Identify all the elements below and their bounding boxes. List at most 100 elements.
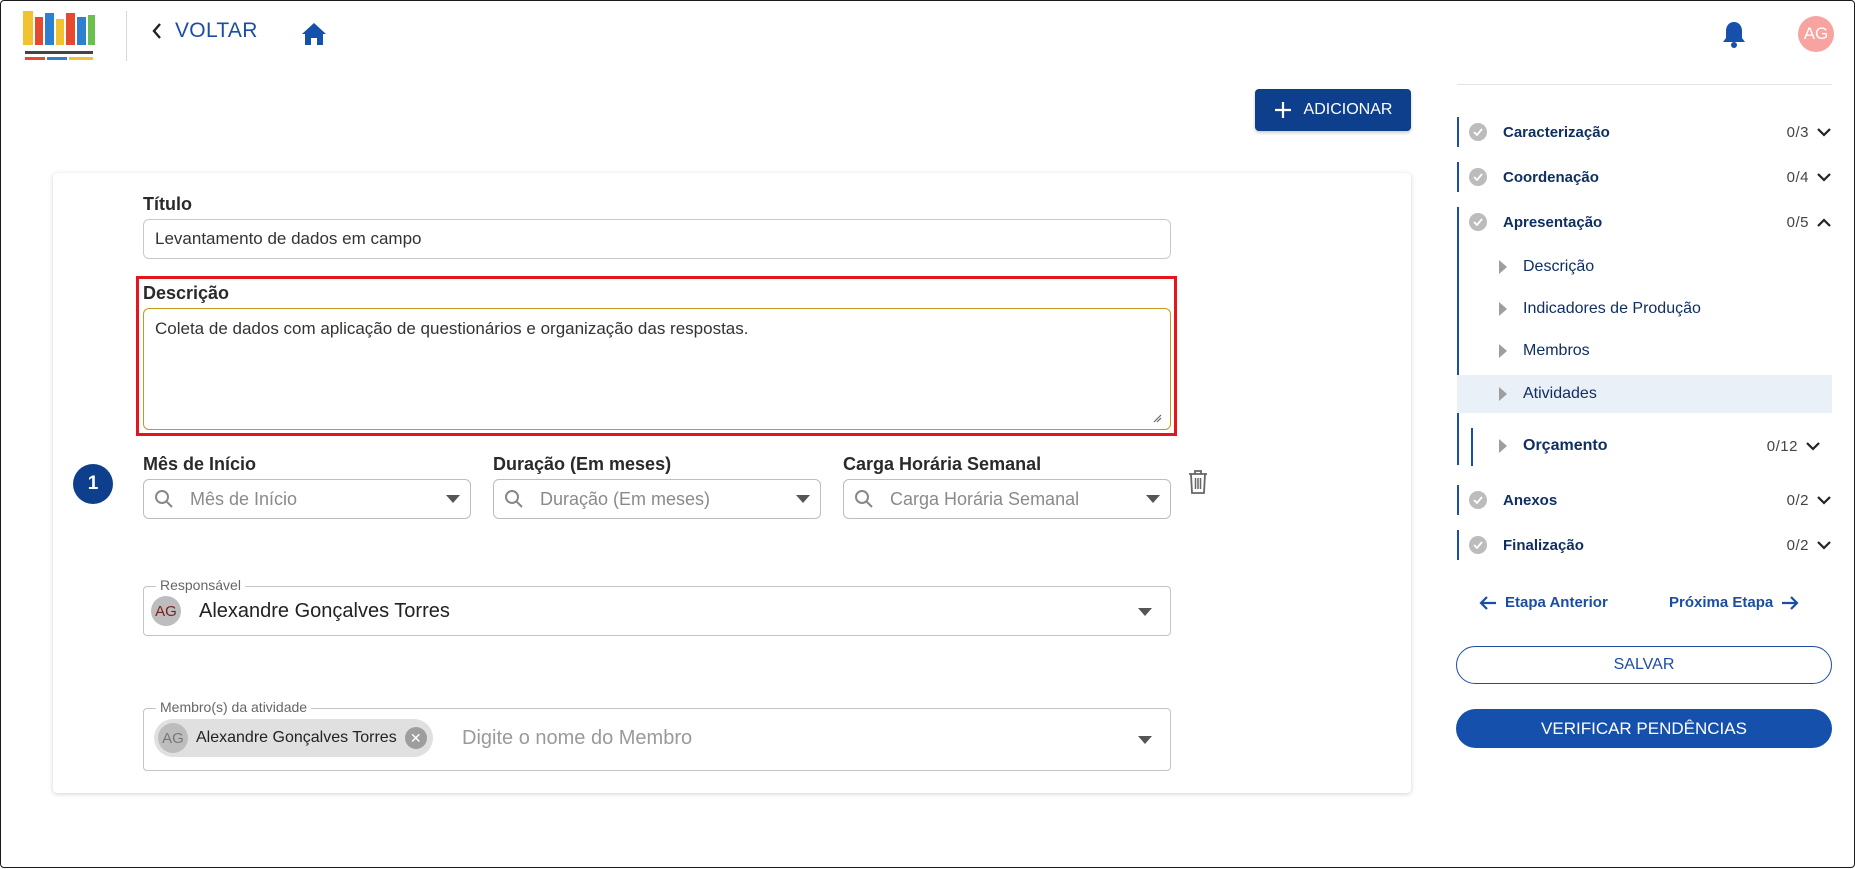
trash-icon[interactable] <box>1187 469 1209 500</box>
start-month-label: Mês de Início <box>143 454 257 474</box>
scrollbar[interactable] <box>1848 1 1855 869</box>
step-indicator <box>1457 530 1459 560</box>
check-circle-icon <box>1469 168 1487 186</box>
step-label: Anexos <box>1503 491 1558 509</box>
previous-step-label: Etapa Anterior <box>1505 594 1608 611</box>
search-icon <box>855 490 873 508</box>
members-placeholder[interactable]: Digite o nome do Membro <box>462 727 692 750</box>
step-anexos[interactable]: Anexos 0/2 <box>1469 485 1831 515</box>
step-label: Apresentação <box>1503 213 1603 231</box>
save-button-label: SALVAR <box>1613 656 1675 673</box>
substep-label: Atividades <box>1523 385 1597 402</box>
chevron-down-icon <box>1817 127 1831 137</box>
member-chip: AG Alexandre Gonçalves Torres ✕ <box>154 719 433 757</box>
step-caracterizacao[interactable]: Caracterização 0/3 <box>1469 117 1831 147</box>
step-label: Finalização <box>1503 536 1584 554</box>
verify-button-label: VERIFICAR PENDÊNCIAS <box>1541 718 1747 738</box>
step-count: 0/5 <box>1786 213 1809 231</box>
title-value: Levantamento de dados em campo <box>155 229 422 248</box>
step-count: 0/3 <box>1786 123 1809 141</box>
substep-atividades[interactable]: Atividades <box>1457 375 1832 413</box>
caret-right-icon <box>1499 439 1507 453</box>
previous-step-link[interactable]: Etapa Anterior <box>1479 594 1608 611</box>
caret-down-icon <box>1138 736 1152 744</box>
search-icon <box>505 490 523 508</box>
search-icon <box>155 490 173 508</box>
verify-pending-button[interactable]: VERIFICAR PENDÊNCIAS <box>1456 709 1832 748</box>
caret-right-icon <box>1499 302 1507 316</box>
caret-right-icon <box>1499 260 1507 274</box>
responsible-legend: Responsável <box>156 577 245 593</box>
step-count: 0/2 <box>1786 536 1809 554</box>
caret-down-icon <box>446 495 460 503</box>
check-circle-icon <box>1469 491 1487 509</box>
chevron-down-icon <box>1817 540 1831 550</box>
arrow-left-icon <box>1479 595 1496 610</box>
next-step-link[interactable]: Próxima Etapa <box>1669 594 1799 611</box>
description-label: Descrição <box>143 283 230 303</box>
substep-label: Membros <box>1523 342 1590 359</box>
caret-down-icon <box>1138 608 1152 616</box>
substep-orcamento[interactable]: Orçamento 0/12 <box>1457 427 1832 465</box>
plus-icon <box>1274 102 1291 118</box>
responsible-value: Alexandre Gonçalves Torres <box>199 599 450 622</box>
weekly-hours-select[interactable]: Carga Horária Semanal <box>843 479 1171 519</box>
user-avatar[interactable]: AG <box>1798 16 1834 52</box>
substep-label: Orçamento <box>1523 437 1608 454</box>
step-apresentacao[interactable]: Apresentação 0/5 <box>1469 207 1831 237</box>
weekly-hours-label: Carga Horária Semanal <box>843 454 1042 474</box>
step-count: 0/4 <box>1786 168 1809 186</box>
caret-down-icon <box>796 495 810 503</box>
check-circle-icon <box>1469 536 1487 554</box>
header-divider <box>126 11 127 61</box>
member-chip-avatar: AG <box>158 723 188 753</box>
remove-member-icon[interactable]: ✕ <box>404 727 427 749</box>
responsible-select[interactable]: Responsável AG Alexandre Gonçalves Torre… <box>143 577 1171 636</box>
members-legend: Membro(s) da atividade <box>156 699 312 715</box>
step-coordenacao[interactable]: Coordenação 0/4 <box>1469 162 1831 192</box>
step-indicator <box>1457 485 1459 515</box>
substep-membros[interactable]: Membros <box>1457 332 1832 370</box>
notification-bell-icon[interactable] <box>1720 19 1748 54</box>
caret-right-icon <box>1499 344 1507 358</box>
substep-descricao[interactable]: Descrição <box>1457 248 1832 286</box>
app-window: VOLTAR AG ADICIONAR Título Levantamento … <box>0 0 1855 868</box>
step-finalizacao[interactable]: Finalização 0/2 <box>1469 530 1831 560</box>
save-button[interactable]: SALVAR <box>1456 646 1832 684</box>
step-indicator <box>1457 117 1459 147</box>
home-icon[interactable] <box>300 21 328 52</box>
member-chip-label: Alexandre Gonçalves Torres <box>196 729 397 746</box>
responsible-avatar: AG <box>151 596 181 626</box>
substep-label: Indicadores de Produção <box>1523 300 1701 317</box>
check-circle-icon <box>1469 213 1487 231</box>
caret-right-icon <box>1499 387 1507 401</box>
chevron-down-icon <box>1817 495 1831 505</box>
step-count: 0/2 <box>1786 491 1809 509</box>
step-count: 0/12 <box>1766 437 1798 455</box>
chevron-down-icon <box>1817 172 1831 182</box>
description-textarea[interactable]: Coleta de dados com aplicação de questio… <box>143 308 1171 430</box>
resize-grip-icon[interactable] <box>1152 413 1162 423</box>
start-month-select[interactable]: Mês de Início <box>143 479 471 519</box>
members-autocomplete[interactable]: Membro(s) da atividade AG Alexandre Gonç… <box>143 699 1171 771</box>
add-button[interactable]: ADICIONAR <box>1255 89 1411 131</box>
chevron-down-icon <box>1806 441 1820 451</box>
start-month-placeholder: Mês de Início <box>190 488 298 509</box>
title-input[interactable]: Levantamento de dados em campo <box>143 219 1171 259</box>
duration-select[interactable]: Duração (Em meses) <box>493 479 821 519</box>
caret-down-icon <box>1146 495 1160 503</box>
back-button[interactable]: VOLTAR <box>151 19 258 43</box>
weekly-hours-placeholder: Carga Horária Semanal <box>890 488 1080 509</box>
step-label: Coordenação <box>1503 168 1599 186</box>
next-step-label: Próxima Etapa <box>1669 594 1774 611</box>
arrow-right-icon <box>1782 595 1799 610</box>
title-label: Título <box>143 194 192 214</box>
chevron-left-icon <box>152 23 161 39</box>
description-value: Coleta de dados com aplicação de questio… <box>155 319 749 338</box>
panel-divider <box>1457 84 1832 85</box>
substep-indicadores[interactable]: Indicadores de Produção <box>1457 290 1832 328</box>
duration-label: Duração (Em meses) <box>493 454 672 474</box>
add-button-label: ADICIONAR <box>1303 101 1393 118</box>
step-label: Caracterização <box>1503 123 1610 141</box>
edes-logo <box>21 7 97 63</box>
